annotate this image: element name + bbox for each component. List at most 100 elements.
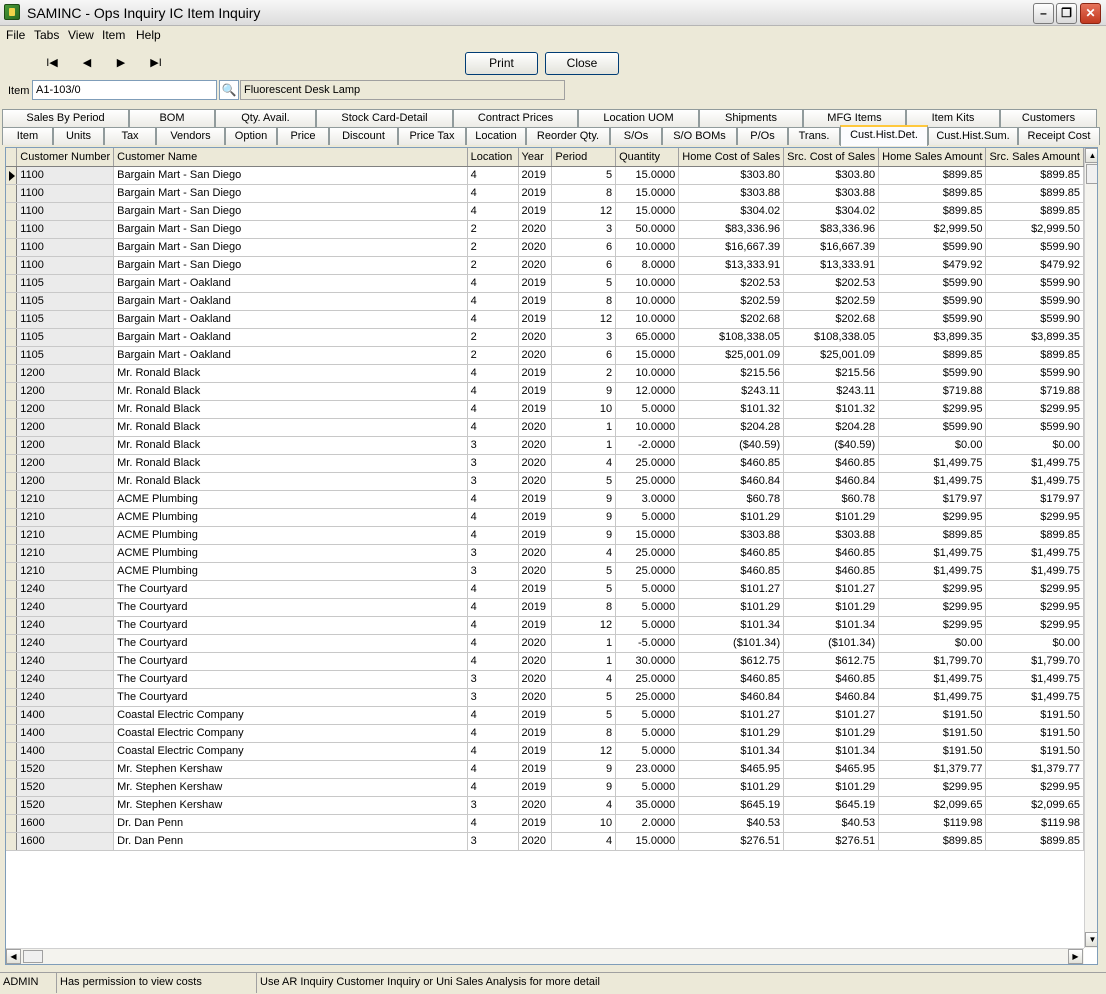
table-cell[interactable]: 1100 xyxy=(16,202,115,221)
table-cell[interactable]: $40.53 xyxy=(678,814,785,833)
table-cell[interactable]: $191.50 xyxy=(878,742,987,761)
table-cell[interactable]: Bargain Mart - Oakland xyxy=(113,346,468,365)
table-cell[interactable]: $899.85 xyxy=(878,166,987,185)
table-row[interactable]: 1105 Bargain Mart - Oakland 2 2020 6 15.0000 $… xyxy=(6,346,1084,365)
table-cell[interactable]: 2020 xyxy=(518,544,553,563)
vertical-scroll-thumb[interactable] xyxy=(1086,164,1097,184)
table-cell[interactable]: Mr. Ronald Black xyxy=(113,454,468,473)
table-cell[interactable]: $1,799.70 xyxy=(878,652,987,671)
table-cell[interactable]: $899.85 xyxy=(985,202,1084,221)
table-cell[interactable]: $25,001.09 xyxy=(783,346,880,365)
table-cell[interactable]: 4 xyxy=(467,526,519,545)
table-cell[interactable]: 1240 xyxy=(16,688,115,707)
table-cell[interactable]: 2019 xyxy=(518,382,553,401)
row-selector[interactable] xyxy=(6,256,18,275)
row-selector[interactable] xyxy=(6,184,18,203)
table-cell[interactable]: 4 xyxy=(467,274,519,293)
table-cell[interactable]: 8 xyxy=(551,598,617,617)
table-cell[interactable]: $101.29 xyxy=(783,508,880,527)
table-row[interactable]: 1105 Bargain Mart - Oakland 2 2020 3 65.0000 $… xyxy=(6,328,1084,347)
table-cell[interactable]: 2020 xyxy=(518,328,553,347)
table-cell[interactable]: 8 xyxy=(551,292,617,311)
table-cell[interactable]: $3,899.35 xyxy=(985,328,1084,347)
table-cell[interactable]: 1240 xyxy=(16,616,115,635)
table-cell[interactable]: $0.00 xyxy=(985,436,1084,455)
table-cell[interactable]: $299.95 xyxy=(878,778,987,797)
table-row[interactable]: 1105 Bargain Mart - Oakland 4 2019 5 10.0000 $… xyxy=(6,274,1084,293)
column-header[interactable]: Home Cost of Sales xyxy=(678,148,785,167)
table-row[interactable]: 1240 The Courtyard 4 2020 1 -5.0000 ($101.34)(… xyxy=(6,634,1084,653)
table-cell[interactable]: 3.0000 xyxy=(615,490,680,509)
table-row[interactable]: 1240 The Courtyard 3 2020 5 25.0000 $460.84 $46… xyxy=(6,688,1084,707)
table-cell[interactable]: 5 xyxy=(551,580,617,599)
table-cell[interactable]: $460.85 xyxy=(678,670,785,689)
table-cell[interactable]: $599.90 xyxy=(878,292,987,311)
table-row[interactable]: 1240 The Courtyard 3 2020 4 25.0000 $460.85 $46… xyxy=(6,670,1084,689)
table-cell[interactable]: 5 xyxy=(551,688,617,707)
table-cell[interactable]: 5.0000 xyxy=(615,742,680,761)
table-row[interactable]: 1210 ACME Plumbing 3 2020 5 25.0000 $460.85 $46… xyxy=(6,562,1084,581)
table-cell[interactable]: The Courtyard xyxy=(113,634,468,653)
table-cell[interactable]: Mr. Ronald Black xyxy=(113,418,468,437)
column-header[interactable]: Home Sales Amount xyxy=(878,148,987,167)
table-cell[interactable]: $599.90 xyxy=(878,418,987,437)
table-cell[interactable]: $108,338.05 xyxy=(783,328,880,347)
table-cell[interactable]: $119.98 xyxy=(878,814,987,833)
table-cell[interactable]: 15.0000 xyxy=(615,346,680,365)
table-cell[interactable]: 2020 xyxy=(518,796,553,815)
table-cell[interactable]: 4 xyxy=(467,742,519,761)
table-cell[interactable]: $191.50 xyxy=(878,706,987,725)
table-cell[interactable]: 1240 xyxy=(16,652,115,671)
row-selector[interactable] xyxy=(6,562,18,581)
table-cell[interactable]: $599.90 xyxy=(985,310,1084,329)
table-cell[interactable]: 1100 xyxy=(16,238,115,257)
table-cell[interactable]: 2019 xyxy=(518,760,553,779)
table-cell[interactable]: 1 xyxy=(551,436,617,455)
table-cell[interactable]: ($101.34) xyxy=(678,634,785,653)
table-cell[interactable]: $60.78 xyxy=(678,490,785,509)
table-cell[interactable]: 1200 xyxy=(16,418,115,437)
table-cell[interactable]: 2 xyxy=(467,220,519,239)
row-selector[interactable] xyxy=(6,688,18,707)
table-cell[interactable]: Mr. Ronald Black xyxy=(113,400,468,419)
table-row[interactable]: 1100 Bargain Mart - San Diego 4 2019 12 15.00… xyxy=(6,202,1084,221)
row-selector[interactable] xyxy=(6,652,18,671)
table-cell[interactable]: 4 xyxy=(467,598,519,617)
table-cell[interactable]: $299.95 xyxy=(878,400,987,419)
table-cell[interactable]: 9 xyxy=(551,760,617,779)
tab-cust-hist-sum[interactable]: Cust.Hist.Sum. xyxy=(928,127,1018,145)
table-cell[interactable]: $460.85 xyxy=(783,670,880,689)
row-selector[interactable] xyxy=(6,796,18,815)
table-cell[interactable]: 3 xyxy=(467,454,519,473)
table-cell[interactable]: 3 xyxy=(467,436,519,455)
table-row[interactable]: 1100 Bargain Mart - San Diego 4 2019 5 15.000… xyxy=(6,166,1084,185)
table-cell[interactable]: 1520 xyxy=(16,778,115,797)
close-button[interactable]: Close xyxy=(545,52,619,75)
table-cell[interactable]: $202.59 xyxy=(783,292,880,311)
table-cell[interactable]: $303.80 xyxy=(783,166,880,185)
table-cell[interactable]: 1400 xyxy=(16,706,115,725)
table-cell[interactable]: $599.90 xyxy=(985,274,1084,293)
table-cell[interactable]: $460.84 xyxy=(783,472,880,491)
last-record-icon[interactable]: ▶I xyxy=(141,54,171,72)
table-row[interactable]: 1200 Mr. Ronald Black 4 2020 1 10.0000 $204.28… xyxy=(6,418,1084,437)
table-cell[interactable]: Bargain Mart - Oakland xyxy=(113,292,468,311)
table-cell[interactable]: $899.85 xyxy=(985,832,1084,851)
scroll-up-icon[interactable]: ▲ xyxy=(1085,148,1097,163)
row-selector[interactable] xyxy=(6,778,18,797)
table-cell[interactable]: 9 xyxy=(551,778,617,797)
table-cell[interactable]: Bargain Mart - Oakland xyxy=(113,310,468,329)
table-cell[interactable]: $276.51 xyxy=(783,832,880,851)
table-cell[interactable]: 4 xyxy=(551,670,617,689)
table-cell[interactable]: 1210 xyxy=(16,544,115,563)
table-cell[interactable]: $1,499.75 xyxy=(878,454,987,473)
table-cell[interactable]: $299.95 xyxy=(985,616,1084,635)
column-header[interactable]: Location xyxy=(467,148,519,167)
row-selector[interactable] xyxy=(6,580,18,599)
table-cell[interactable]: 2 xyxy=(467,238,519,257)
table-cell[interactable]: ACME Plumbing xyxy=(113,544,468,563)
table-cell[interactable]: 3 xyxy=(467,562,519,581)
table-cell[interactable]: 5.0000 xyxy=(615,778,680,797)
table-cell[interactable]: $202.53 xyxy=(783,274,880,293)
table-row[interactable]: 1200 Mr. Ronald Black 4 2019 2 10.0000 $215.56… xyxy=(6,364,1084,383)
